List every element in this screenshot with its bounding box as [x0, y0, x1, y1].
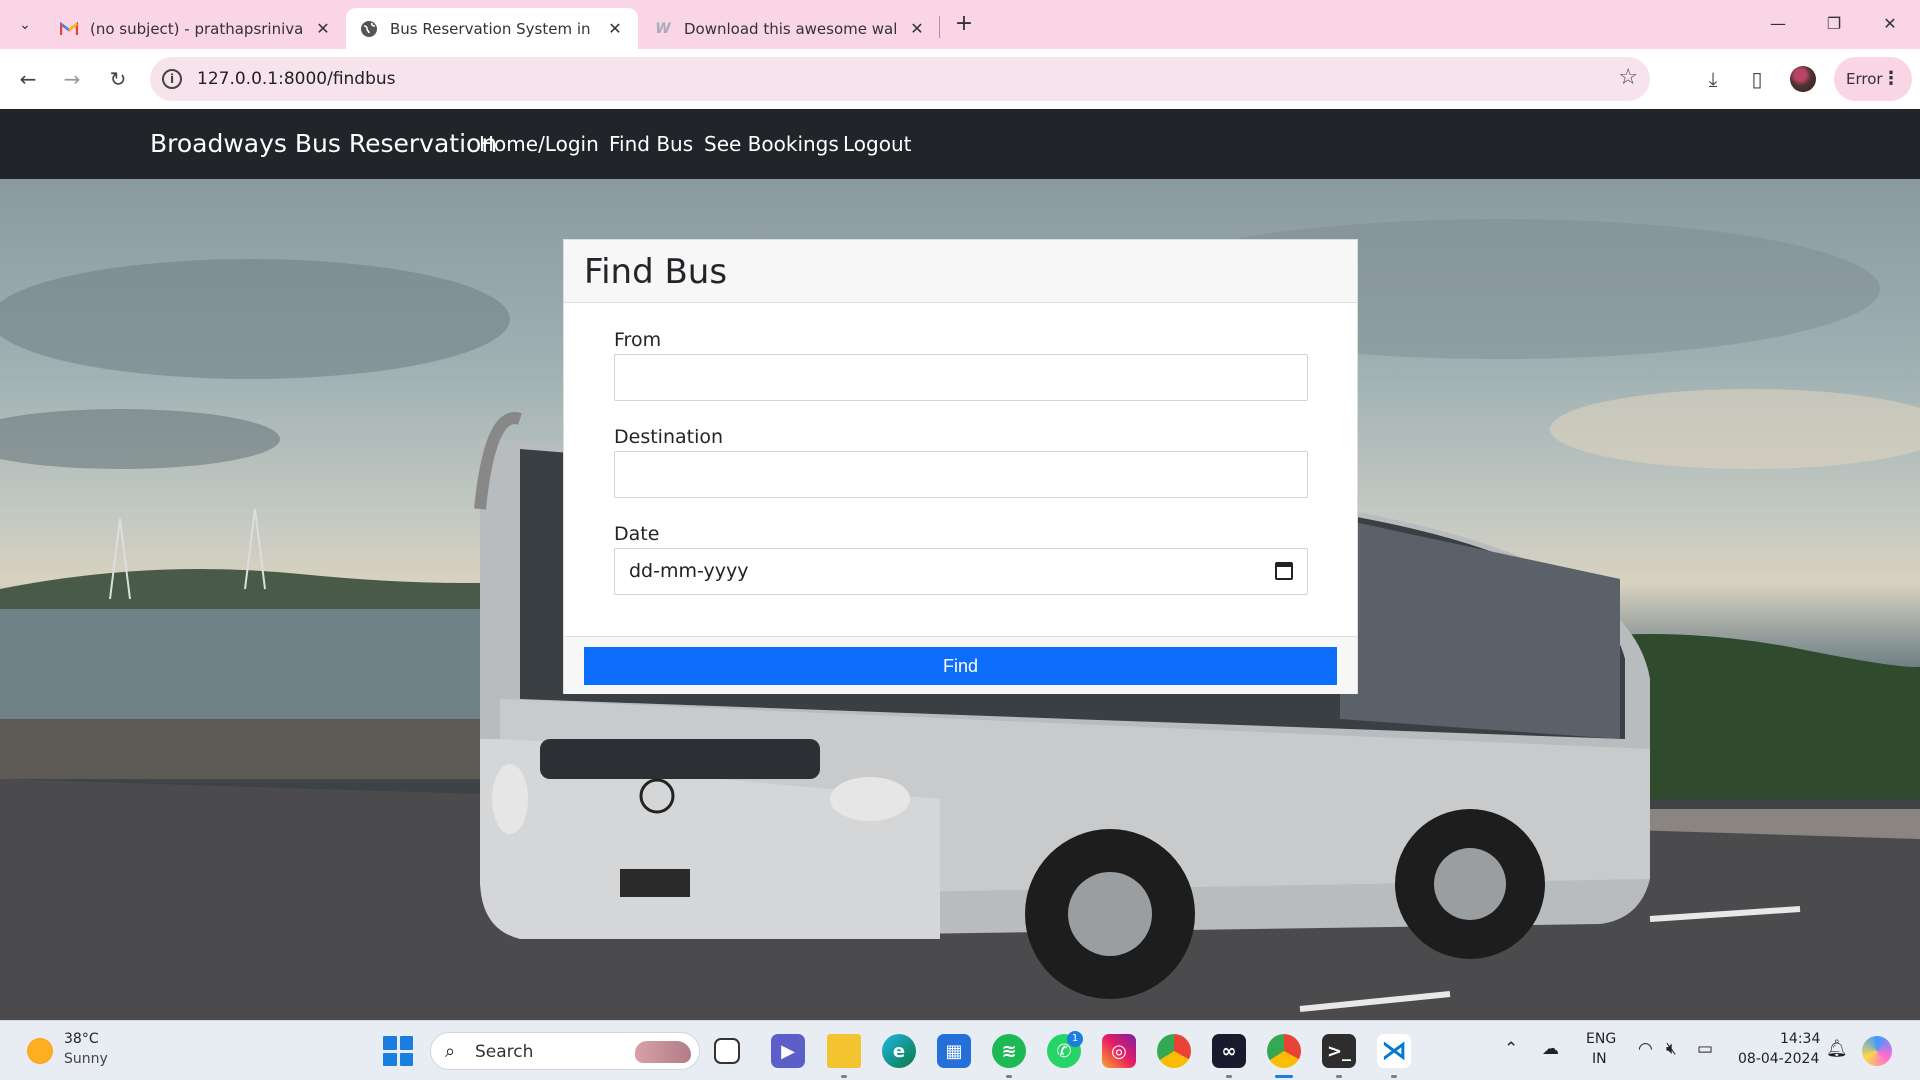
close-tab-icon[interactable]: ✕: [908, 19, 926, 38]
running-indicator: [841, 1075, 847, 1078]
wallhaven-icon: W: [655, 20, 671, 37]
nav-link-find-bus[interactable]: Find Bus: [609, 132, 693, 156]
page-title: Find Bus: [584, 252, 728, 292]
notification-badge: 1: [1067, 1031, 1083, 1047]
site-navbar: Broadways Bus Reservation Home/Login Fin…: [0, 109, 1920, 179]
card-footer: Find: [564, 636, 1357, 694]
card-header: Find Bus: [564, 240, 1357, 303]
site-info-icon[interactable]: i: [162, 69, 182, 89]
tab-title: Bus Reservation System in Djan: [390, 19, 596, 38]
close-tab-icon[interactable]: ✕: [314, 19, 332, 38]
nav-link-home-login[interactable]: Home/Login: [479, 132, 599, 156]
tab-separator: [939, 16, 940, 38]
close-window-button[interactable]: ✕: [1870, 10, 1910, 38]
onedrive-sync-icon[interactable]: ☁: [1542, 1039, 1559, 1059]
tab-title: (no subject) - prathapsrinivasan: [90, 19, 304, 38]
teams-icon[interactable]: ▶: [771, 1034, 805, 1068]
new-tab-button[interactable]: +: [950, 11, 978, 39]
tab-search-chevron-icon[interactable]: ⌄: [12, 12, 38, 38]
side-panel-icon[interactable]: ▯: [1742, 64, 1772, 94]
tab-title: Download this awesome wallpa: [684, 19, 898, 38]
close-tab-icon[interactable]: ✕: [606, 19, 624, 38]
active-app-indicator: [1275, 1075, 1293, 1078]
url-text[interactable]: 127.0.0.1:8000/findbus: [197, 69, 396, 89]
language-line1[interactable]: ENG: [1586, 1031, 1616, 1047]
muted-speaker-icon[interactable]: 🔇︎: [1666, 1039, 1677, 1059]
tab-gmail[interactable]: (no subject) - prathapsrinivasan ✕: [46, 8, 346, 49]
windows-start-icon[interactable]: [383, 1036, 413, 1066]
spotify-icon[interactable]: ≋: [992, 1034, 1026, 1068]
find-button[interactable]: Find: [584, 647, 1337, 685]
search-label: Search: [475, 1042, 534, 1062]
menu-dots-icon: ⋮: [1882, 68, 1900, 89]
destination-label: Destination: [614, 426, 724, 448]
weather-temperature[interactable]: 38°C: [64, 1031, 99, 1047]
gmail-icon: [60, 20, 78, 38]
find-bus-card: Find Bus From Destination Date dd-mm-yyy…: [563, 239, 1358, 694]
forward-button[interactable]: →: [57, 64, 87, 94]
date-input[interactable]: dd-mm-yyyy: [614, 548, 1308, 595]
microsoft-store-icon[interactable]: ▦: [937, 1034, 971, 1068]
minimize-button[interactable]: —: [1758, 10, 1798, 38]
clock-time[interactable]: 14:34: [1780, 1031, 1820, 1047]
destination-input[interactable]: [614, 451, 1308, 498]
profile-error-button[interactable]: Error ⋮: [1834, 57, 1912, 101]
copilot-icon[interactable]: [1862, 1036, 1892, 1066]
webex-icon[interactable]: ∞: [1212, 1034, 1246, 1068]
weather-description[interactable]: Sunny: [64, 1051, 108, 1067]
back-button[interactable]: ←: [13, 64, 43, 94]
instagram-icon[interactable]: ◎: [1102, 1034, 1136, 1068]
vscode-icon[interactable]: ⋊: [1377, 1034, 1411, 1068]
tab-bus-reservation[interactable]: Bus Reservation System in Djan ✕: [346, 8, 638, 49]
from-label: From: [614, 329, 662, 351]
download-icon[interactable]: ⤓: [1698, 64, 1728, 94]
running-indicator: [1336, 1075, 1342, 1078]
browser-tabstrip: ⌄ (no subject) - prathapsrinivasan ✕ Bus…: [0, 0, 1920, 49]
search-highlight-image: [635, 1041, 691, 1063]
nav-link-logout[interactable]: Logout: [843, 132, 911, 156]
bookmark-star-icon[interactable]: ☆: [1618, 65, 1638, 90]
address-bar[interactable]: i 127.0.0.1:8000/findbus ☆: [150, 57, 1650, 101]
taskbar-search[interactable]: ⌕ Search: [430, 1032, 700, 1070]
browser-toolbar: ← → ↻ i 127.0.0.1:8000/findbus ☆ ⤓ ▯ Err…: [0, 49, 1920, 109]
task-view-icon[interactable]: [714, 1038, 740, 1064]
navbar-brand[interactable]: Broadways Bus Reservation: [150, 129, 497, 158]
profile-avatar[interactable]: [1790, 66, 1816, 92]
nav-link-see-bookings[interactable]: See Bookings: [704, 132, 839, 156]
calendar-icon[interactable]: [1275, 562, 1293, 580]
battery-icon[interactable]: ▭: [1697, 1039, 1713, 1059]
terminal-icon[interactable]: >_: [1322, 1034, 1356, 1068]
edge-icon[interactable]: e: [882, 1034, 916, 1068]
tab-wallpaper[interactable]: W Download this awesome wallpa ✕: [640, 8, 940, 49]
chrome-icon[interactable]: [1157, 1034, 1191, 1068]
chrome-profile-icon[interactable]: [1267, 1034, 1301, 1068]
running-indicator: [1226, 1075, 1232, 1078]
search-icon: ⌕: [445, 1041, 456, 1062]
chevron-up-icon[interactable]: ⌃: [1504, 1039, 1518, 1059]
date-placeholder: dd-mm-yyyy: [629, 560, 749, 582]
date-label: Date: [614, 523, 660, 545]
file-explorer-icon[interactable]: [827, 1034, 861, 1068]
reload-button[interactable]: ↻: [103, 64, 133, 94]
wifi-icon[interactable]: ◠: [1638, 1039, 1653, 1059]
globe-icon: [360, 20, 378, 38]
restore-button[interactable]: ❐: [1814, 10, 1854, 38]
language-line2[interactable]: IN: [1592, 1051, 1607, 1067]
sun-icon[interactable]: [27, 1038, 53, 1064]
profile-error-label: Error: [1846, 70, 1883, 88]
windows-taskbar: 38°C Sunny ⌕ Search ▶ e ▦ ≋ ✆ 1 ◎ ∞ >_ ⋊…: [0, 1020, 1920, 1080]
running-indicator: [1391, 1075, 1397, 1078]
clock-date[interactable]: 08-04-2024: [1738, 1051, 1819, 1067]
from-input[interactable]: [614, 354, 1308, 401]
notification-bell-icon[interactable]: 🔔︎: [1826, 1039, 1848, 1059]
running-indicator: [1006, 1075, 1012, 1078]
